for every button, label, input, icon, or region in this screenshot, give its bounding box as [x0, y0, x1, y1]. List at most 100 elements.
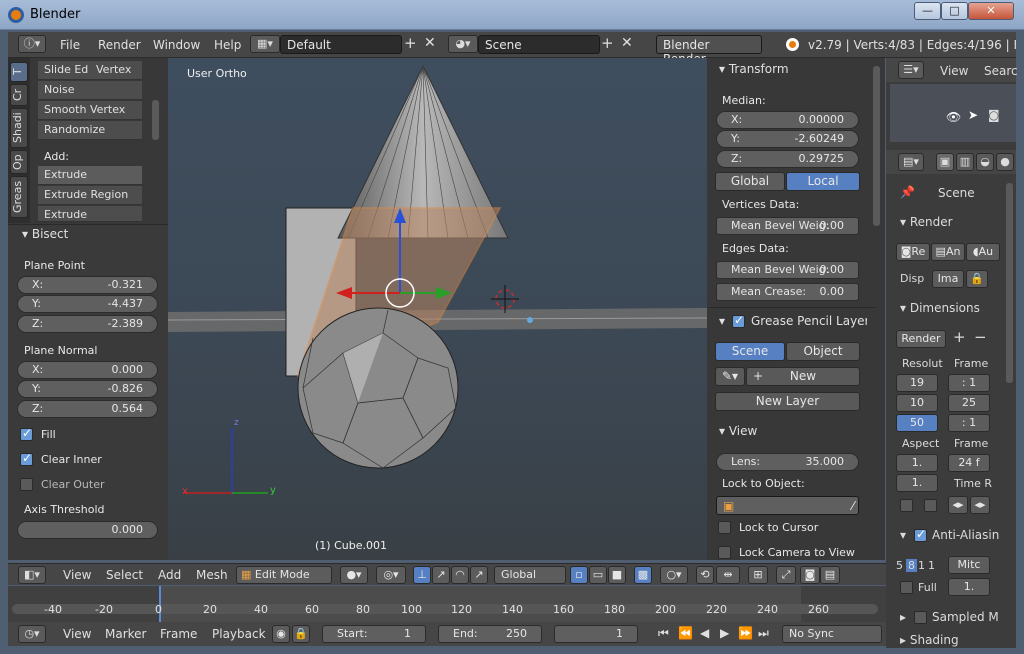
orientation-select[interactable]: Global	[494, 566, 566, 584]
shading-title[interactable]: ▸ Shading	[900, 633, 959, 647]
median-x[interactable]: X: 0.00000	[716, 111, 859, 129]
remove-preset-icon[interactable]: −	[974, 328, 987, 346]
opengl-render-anim-icon[interactable]: ▤	[820, 566, 840, 584]
transform-title[interactable]: ▾ Transform	[719, 62, 789, 76]
scene-icon[interactable]: ◕▾	[448, 35, 478, 53]
view-panel-title[interactable]: ▾ View	[719, 424, 757, 438]
render-preset-select[interactable]: Render	[896, 330, 946, 348]
mode-select[interactable]: ▦ Edit Mode	[236, 566, 332, 584]
fill-checkbox[interactable]	[20, 426, 33, 441]
mean-bevel-edge[interactable]: Mean Bevel Weig: 0.00	[716, 261, 859, 279]
properties-editor-icon[interactable]: ▤▾	[898, 153, 924, 171]
tool-shelf-scrollbar[interactable]	[152, 100, 159, 140]
opengl-render-icon[interactable]: ⤢	[776, 566, 796, 584]
grease-pencil-checkbox[interactable]	[732, 313, 745, 328]
menu-window[interactable]: Window	[153, 38, 200, 52]
render-still-button[interactable]: ◙Re	[896, 243, 930, 261]
properties-scrollbar[interactable]	[873, 66, 880, 226]
plane-point-z[interactable]: Z: -2.389	[17, 315, 158, 333]
timeline-scrollbar[interactable]	[12, 604, 878, 614]
grease-scene-button[interactable]: Scene	[715, 342, 785, 361]
slide-edge-button[interactable]: Slide Ed	[38, 61, 90, 80]
smooth-vertex-button[interactable]: Smooth Vertex	[38, 101, 142, 120]
outliner-search-menu[interactable]: Searc	[984, 64, 1018, 78]
rotate-manipulator[interactable]: ◠	[451, 566, 469, 584]
resolution-y[interactable]: 10	[896, 394, 938, 412]
menu-help[interactable]: Help	[214, 38, 241, 52]
timeline-menu-view[interactable]: View	[63, 627, 91, 641]
fps-select[interactable]: 24 f	[948, 454, 990, 472]
scene-tab-icon[interactable]: ◒	[976, 153, 994, 171]
opengl-render-still-icon[interactable]: ◙	[800, 566, 820, 584]
render-layers-icon[interactable]: ▥	[956, 153, 974, 171]
play-icon[interactable]: ▶	[720, 626, 729, 640]
aa-samples-11[interactable]: 1	[918, 559, 925, 572]
render-tab-icon[interactable]: ▣	[936, 153, 954, 171]
sampled-motion-title[interactable]: ▸	[900, 610, 906, 624]
snap-target-select[interactable]: ⊞	[748, 566, 768, 584]
crop-checkbox[interactable]	[924, 499, 937, 512]
select-arrow-icon[interactable]: ➤	[968, 108, 978, 122]
snap-toggle[interactable]: ⟲	[696, 566, 714, 584]
frame-end[interactable]: 25	[948, 394, 990, 412]
render-animation-button[interactable]: ▤An	[931, 243, 965, 261]
timeline-menu-frame[interactable]: Frame	[160, 627, 197, 641]
menu-view[interactable]: View	[63, 568, 91, 582]
display-select[interactable]: Ima	[932, 270, 964, 288]
anti-aliasing-title[interactable]: ▾	[900, 528, 906, 542]
pivot-point-select[interactable]: ◎▾	[376, 566, 406, 584]
aa-samples-8[interactable]: 8	[906, 559, 917, 572]
render-camera-icon[interactable]: ◙	[988, 108, 1000, 122]
jump-keyframe-back-icon[interactable]: ⏪	[678, 626, 693, 640]
median-y[interactable]: Y: -2.60249	[716, 130, 859, 148]
anti-aliasing-checkbox[interactable]	[914, 527, 927, 542]
play-reverse-icon[interactable]: ◀	[700, 626, 709, 640]
dimensions-title[interactable]: ▾ Dimensions	[900, 301, 980, 315]
noise-button[interactable]: Noise	[38, 81, 142, 100]
pin-icon[interactable]: 📌	[900, 185, 915, 199]
outliner-view-menu[interactable]: View	[940, 64, 968, 78]
jump-keyframe-forward-icon[interactable]: ⏩	[738, 626, 753, 640]
remove-layout-icon[interactable]: ✕	[424, 35, 436, 51]
current-frame-field[interactable]: 1	[554, 625, 638, 643]
pencil-icon[interactable]: ✎▾	[715, 367, 745, 386]
randomize-button[interactable]: Randomize	[38, 121, 142, 140]
render-engine-select[interactable]: Blender Render	[656, 35, 762, 66]
axis-threshold-field[interactable]: 0.000	[17, 521, 158, 539]
mean-bevel-vertex[interactable]: Mean Bevel Weig: 0.00	[716, 217, 859, 235]
layout-field[interactable]: Default	[280, 35, 402, 54]
vertex-select-mode[interactable]: ▫	[570, 566, 588, 584]
tab-options[interactable]: Op	[10, 150, 28, 174]
jump-end-icon[interactable]: ⏭	[758, 626, 769, 641]
resolution-percent[interactable]: 50	[896, 414, 938, 432]
add-layout-icon[interactable]: +	[404, 34, 417, 52]
preview-range-lock-icon[interactable]: 🔒	[292, 625, 310, 643]
tab-create[interactable]: Cr	[10, 84, 28, 106]
timeline-menu-marker[interactable]: Marker	[105, 627, 146, 641]
new-layer-button[interactable]: New Layer	[715, 392, 860, 411]
3d-viewport[interactable]: User Ortho z y x (1) Cube.001	[168, 58, 707, 560]
tab-grease[interactable]: Greas	[10, 176, 28, 218]
viewport-shading-select[interactable]: ●▾	[340, 566, 368, 584]
outliner-editor-icon[interactable]: ☰▾	[898, 61, 924, 79]
edge-select-mode[interactable]: ▭	[589, 566, 607, 584]
render-panel-title[interactable]: ▾ Render	[900, 215, 953, 229]
resolution-x[interactable]: 19	[896, 374, 938, 392]
properties-editor-scrollbar[interactable]	[1006, 183, 1013, 383]
end-frame-field[interactable]: End: 250	[438, 625, 542, 643]
time-remap-old[interactable]: ◂▸	[948, 496, 968, 514]
border-checkbox[interactable]	[900, 499, 913, 512]
eyedropper-icon[interactable]: ⁄	[852, 499, 854, 513]
timeline[interactable]: -40 -20 0 20 40 60 80 100 120 140 160 18…	[8, 586, 886, 622]
aa-samples-5[interactable]: 5	[896, 559, 903, 572]
aspect-x[interactable]: 1.	[896, 454, 938, 472]
remove-scene-icon[interactable]: ✕	[621, 35, 633, 51]
median-z[interactable]: Z: 0.29725	[716, 150, 859, 168]
full-sample-checkbox[interactable]	[900, 581, 913, 594]
close-window-button[interactable]: ✕	[968, 2, 1014, 20]
tab-tools[interactable]: T	[10, 62, 28, 82]
maximize-button[interactable]: □	[941, 2, 968, 20]
lock-object-field[interactable]: ▣ ⁄	[716, 496, 859, 515]
tab-shading[interactable]: Shadi	[10, 108, 28, 148]
clear-outer-checkbox[interactable]	[20, 478, 33, 491]
